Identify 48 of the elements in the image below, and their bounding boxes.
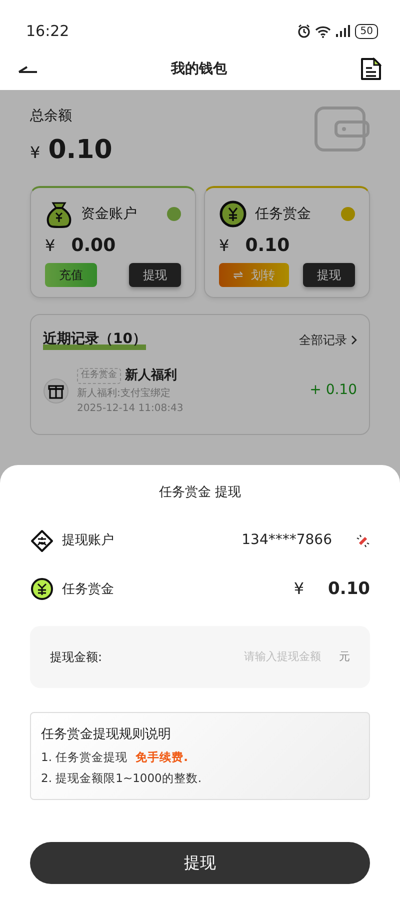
fee-note: 免手续费. (136, 748, 188, 766)
money-bag-icon (45, 200, 73, 228)
account-name: 任务赏金 (255, 204, 312, 224)
status-time: 16:22 (26, 20, 70, 42)
currency-symbol: ¥ (45, 235, 56, 257)
balance-label: 总余额 (30, 107, 73, 126)
recharge-button[interactable]: 充值 (45, 263, 97, 287)
all-records-link[interactable]: 全部记录 (299, 330, 347, 348)
record-amount: + 0.10 (310, 381, 357, 400)
sheet-title: 任务赏金 提现 (158, 484, 242, 502)
currency-symbol: ¥ (219, 235, 230, 257)
row-label: 提现账户 (62, 532, 115, 550)
withdraw-button[interactable]: 提现 (129, 263, 181, 287)
row-label: 任务赏金 (62, 580, 115, 598)
battery-level: 50 (355, 24, 378, 38)
back-icon[interactable] (18, 64, 38, 74)
amount-input[interactable]: 请输入提现金额 (213, 648, 323, 666)
account-name: 资金账户 (81, 204, 138, 224)
alarm-icon (297, 24, 312, 38)
gift-icon (43, 378, 69, 404)
field-label: 提现金额: (50, 649, 104, 666)
record-time: 2025-12-14 11:08:43 (77, 402, 184, 416)
unit-label: 元 (339, 648, 350, 665)
signal-icon (335, 25, 352, 37)
yen-coin-icon (30, 577, 54, 602)
wifi-icon (315, 24, 332, 38)
record-description: 新人福利:支付宝绑定 (77, 386, 172, 400)
document-icon[interactable] (360, 57, 382, 81)
account-number: 134****7866 (242, 531, 332, 550)
wallet-icon (314, 106, 370, 152)
page-title: 我的钱包 (171, 60, 227, 78)
rule-text: 2. 提现金额限1~1000的整数. (41, 770, 202, 787)
withdraw-button[interactable]: 提现 (30, 842, 370, 884)
record-title: 新人福利 (125, 366, 177, 385)
yen-coin-icon (219, 200, 247, 228)
balance-amount: 0.10 (48, 134, 112, 167)
payment-account-icon (30, 528, 54, 552)
currency-symbol: ¥ (294, 578, 304, 600)
withdraw-balance: 0.10 (328, 578, 370, 600)
record-tag: 任务赏金 (77, 368, 121, 384)
account-amount: 0.00 (71, 234, 116, 258)
unlink-icon[interactable] (356, 534, 370, 548)
currency-symbol: ¥ (30, 142, 40, 164)
account-amount: 0.10 (245, 234, 290, 258)
chevron-right-icon[interactable] (351, 334, 357, 344)
rule-text: 1. 任务赏金提现 (41, 748, 128, 766)
withdraw-button[interactable]: 提现 (303, 263, 355, 287)
rules-title: 任务赏金提现规则说明 (41, 726, 172, 744)
